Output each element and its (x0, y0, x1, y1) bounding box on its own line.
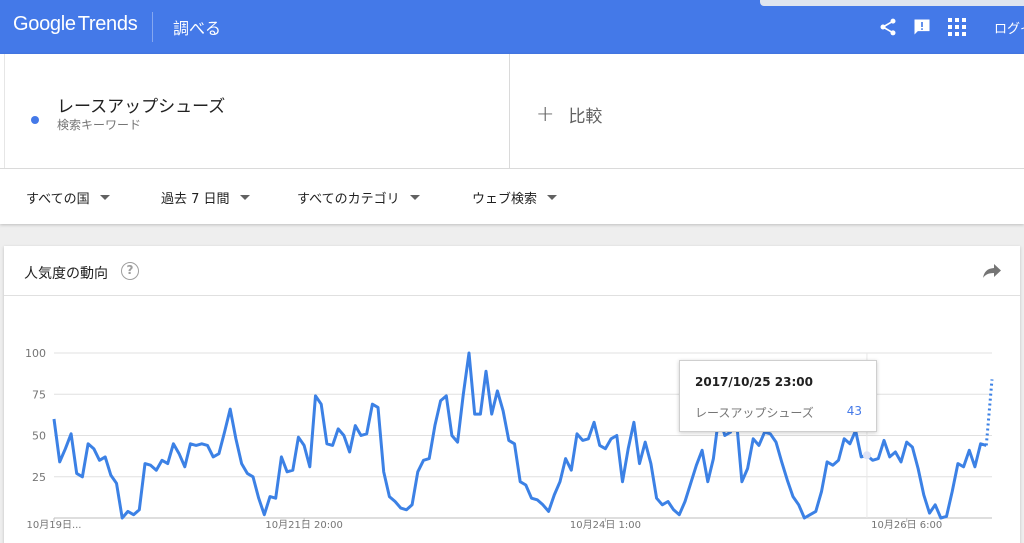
compare-button[interactable]: + 比較 (536, 102, 602, 127)
filter-category-label: すべてのカテゴリ (297, 192, 400, 207)
x-tick-label: 10月21日 20:00 (265, 519, 342, 531)
dropdown-caret-icon (239, 195, 250, 200)
top-app-bar: GoogleTrends 調べる ログイ (0, 0, 1024, 54)
filters-divider (0, 168, 1024, 169)
tooltip-term: レースアップシューズ (695, 406, 814, 420)
tooltip-value: 43 (846, 404, 862, 418)
feedback-icon[interactable] (909, 14, 935, 40)
share-arrow-icon[interactable] (982, 263, 1002, 279)
google-trends-logo[interactable]: Google Trends (13, 13, 138, 36)
filter-search-type[interactable]: ウェブ検索 (472, 188, 558, 207)
filter-category[interactable]: すべてのカテゴリ (297, 188, 420, 207)
search-term-type: 検索キーワード (57, 118, 142, 132)
help-icon[interactable]: ? (121, 262, 139, 280)
header-divider (152, 12, 153, 42)
dropdown-caret-icon (99, 195, 110, 200)
tooltip-date: 2017/10/25 23:00 (695, 375, 813, 389)
search-panel: レースアップシューズ 検索キーワード + 比較 すべての国 過去 7 日間 すべ… (0, 54, 1024, 224)
explore-title[interactable]: 調べる (173, 15, 221, 39)
share-icon-svg (880, 18, 896, 36)
chart-tooltip: 2017/10/25 23:00 レースアップシューズ 43 (679, 360, 877, 432)
dropdown-caret-icon (409, 195, 420, 200)
filter-region-label: すべての国 (26, 192, 90, 207)
search-term-name[interactable]: レースアップシューズ (57, 92, 225, 117)
share-icon[interactable] (875, 14, 901, 40)
filter-time-range[interactable]: 過去 7 日間 (161, 188, 250, 207)
term-color-dot (31, 116, 39, 124)
y-tick-label: 75 (32, 388, 46, 401)
browser-overlay-strip (760, 0, 1024, 6)
y-tick-label: 25 (32, 471, 46, 484)
apps-grid-icon[interactable] (944, 14, 970, 40)
filter-region[interactable]: すべての国 (26, 188, 110, 207)
y-tick-label: 50 (32, 430, 46, 443)
hover-point (862, 451, 871, 460)
google-trends-page: GoogleTrends 調べる ログイ (0, 0, 1024, 543)
x-tick-label: 10月19日... (27, 519, 82, 531)
x-tick-label: 10月24日 1:00 (570, 519, 641, 531)
x-tick-label: 10月26日 6:00 (871, 519, 942, 531)
share-arrow-icon-svg (983, 264, 1001, 278)
feedback-icon-svg (914, 19, 930, 35)
logo-trends-text: Trends (77, 13, 138, 35)
apps-grid-icon-svg (948, 18, 966, 36)
filter-time-label: 過去 7 日間 (161, 192, 230, 207)
dropdown-caret-icon (547, 195, 558, 200)
card-title: 人気度の動向 (24, 266, 108, 282)
login-button[interactable]: ログイ (994, 18, 1024, 37)
compare-label: 比較 (568, 107, 603, 127)
filter-search-type-label: ウェブ検索 (472, 192, 538, 207)
logo-google-text: Google (13, 13, 76, 35)
search-term-card[interactable]: レースアップシューズ 検索キーワード (4, 54, 510, 168)
y-tick-label: 100 (25, 347, 46, 360)
plus-icon: + (536, 102, 555, 127)
card-header-divider (4, 295, 1020, 296)
